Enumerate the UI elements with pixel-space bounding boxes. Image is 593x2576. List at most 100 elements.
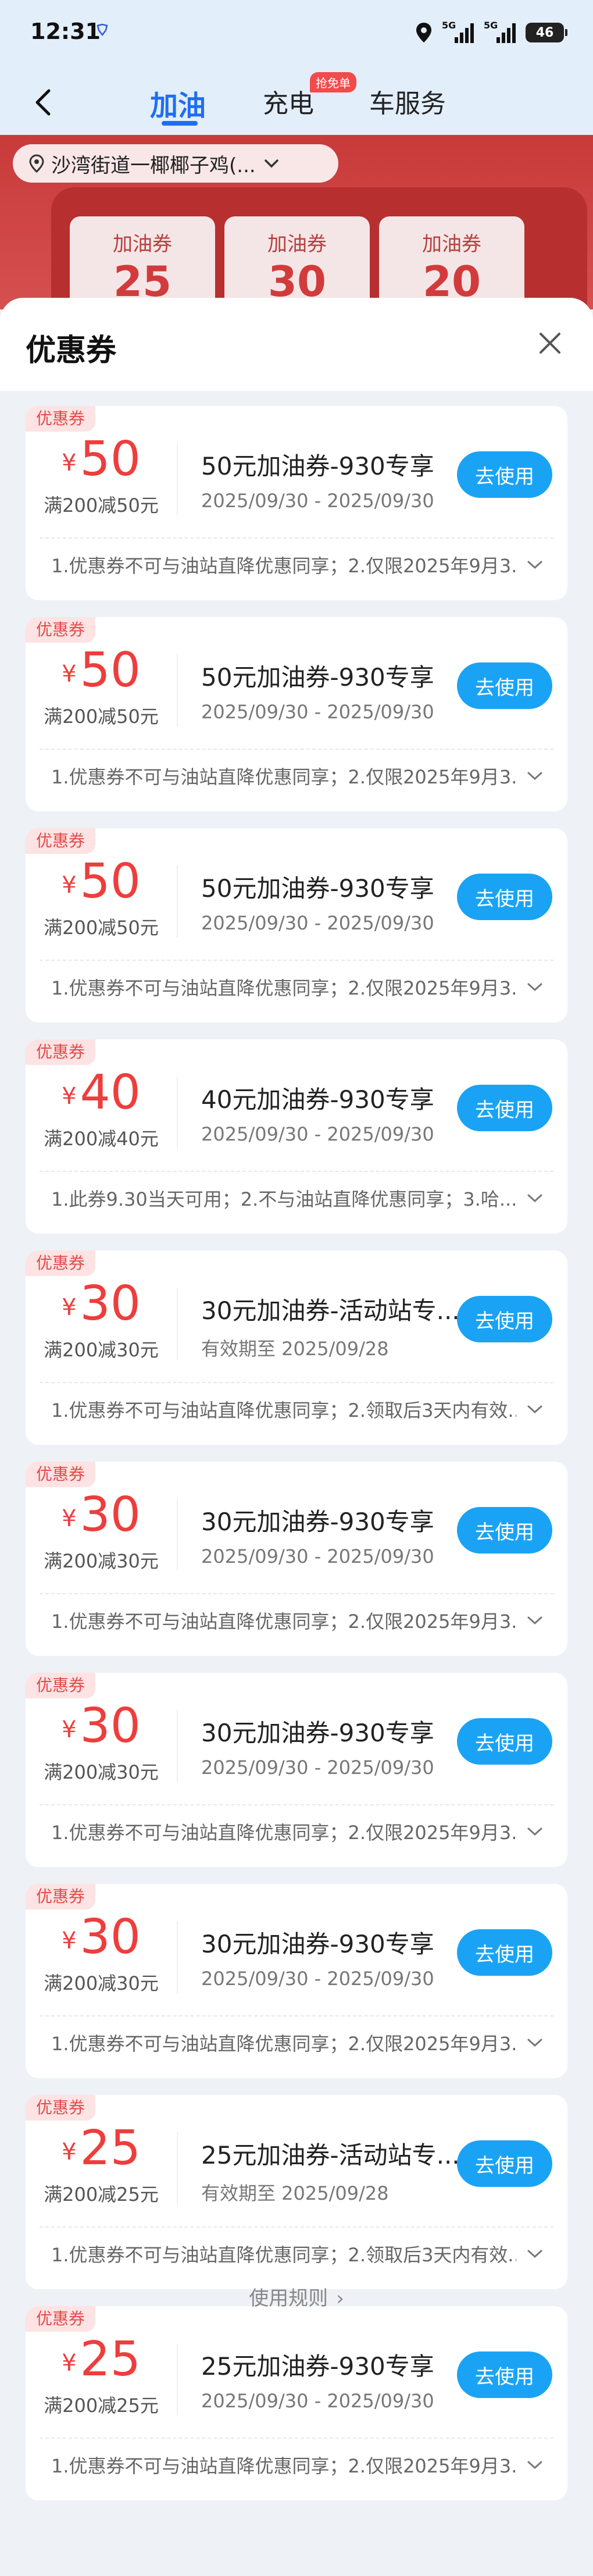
expand-chevron-icon[interactable]	[526, 1825, 544, 1838]
expand-chevron-icon[interactable]	[526, 2036, 544, 2049]
banner-coupon-card[interactable]: 加油券 20	[379, 216, 524, 309]
use-coupon-button[interactable]: 去使用	[457, 662, 552, 709]
coupon-condition: 满200减25元	[44, 2183, 159, 2206]
coupon-amount: ¥25	[62, 2121, 141, 2176]
expand-chevron-icon[interactable]	[526, 2247, 544, 2260]
location-status-icon	[416, 23, 431, 42]
coupon-terms: 1.优惠券不可与油站直降优惠同享；2.仅限2025年9月3...	[51, 2455, 516, 2477]
location-pin-icon	[29, 154, 44, 173]
use-coupon-button[interactable]: 去使用	[457, 874, 552, 920]
coupon-amount: ¥30	[62, 1487, 141, 1542]
coupon-condition: 满200减50元	[44, 917, 159, 939]
use-coupon-button[interactable]: 去使用	[457, 1085, 552, 1131]
close-icon[interactable]	[534, 327, 566, 359]
coupon-card: 优惠券 ¥40 满200减40元 40元加油券-930专享 2025/09/30…	[26, 1039, 567, 1234]
expand-chevron-icon[interactable]	[526, 2459, 544, 2471]
back-icon[interactable]	[30, 87, 56, 117]
coupon-validity: 2025/09/30 - 2025/09/30	[201, 490, 434, 512]
coupon-amount: ¥40	[62, 1065, 141, 1120]
battery-icon: 46	[526, 23, 567, 42]
coupon-name: 50元加油券-930专享	[201, 874, 434, 903]
notification-icon	[96, 23, 109, 37]
coupon-name: 50元加油券-930专享	[201, 663, 434, 692]
coupon-amount: ¥30	[62, 1698, 141, 1754]
coupon-validity: 2025/09/30 - 2025/09/30	[201, 1545, 434, 1567]
banner-card-title: 加油券	[267, 233, 327, 256]
coupon-card: 优惠券 ¥25 满200减25元 25元加油券-930专享 2025/09/30…	[26, 2306, 567, 2500]
banner-card-title: 加油券	[113, 233, 172, 256]
coupon-separator	[40, 1593, 553, 1594]
coupon-name: 40元加油券-930专享	[201, 1085, 434, 1114]
use-coupon-button[interactable]: 去使用	[457, 1296, 552, 1342]
coupon-card: 优惠券 ¥30 满200减30元 30元加油券-930专享 2025/09/30…	[26, 1462, 567, 1656]
coupon-tag: 优惠券	[26, 2095, 95, 2121]
coupon-divider	[177, 1499, 178, 1571]
coupon-tag: 优惠券	[26, 828, 95, 854]
coupon-separator	[40, 1804, 553, 1805]
chevron-down-icon	[264, 159, 278, 168]
coupon-divider	[177, 865, 178, 938]
expand-chevron-icon[interactable]	[526, 769, 544, 782]
coupon-validity: 有效期至 2025/09/28	[201, 1338, 389, 1360]
use-coupon-button[interactable]: 去使用	[457, 2140, 552, 2187]
use-coupon-button[interactable]: 去使用	[457, 1718, 552, 1765]
coupon-terms: 1.优惠券不可与油站直降优惠同享；2.仅限2025年9月3...	[51, 977, 516, 999]
coupon-terms: 1.优惠券不可与油站直降优惠同享；2.仅限2025年9月3...	[51, 766, 516, 788]
tab-fuel[interactable]: 加油	[150, 83, 206, 123]
coupon-amount: ¥30	[62, 1909, 141, 1965]
coupon-divider	[177, 1077, 178, 1149]
expand-chevron-icon[interactable]	[526, 1614, 544, 1627]
coupon-validity: 有效期至 2025/09/28	[201, 2182, 389, 2204]
expand-chevron-icon[interactable]	[526, 981, 544, 993]
coupon-condition: 满200减30元	[44, 1972, 159, 1994]
coupon-card: 优惠券 ¥50 满200减50元 50元加油券-930专享 2025/09/30…	[26, 617, 567, 811]
coupon-tag: 优惠券	[26, 1250, 95, 1276]
coupon-validity: 2025/09/30 - 2025/09/30	[201, 912, 434, 934]
use-coupon-button[interactable]: 去使用	[457, 451, 552, 498]
banner-coupon-card[interactable]: 加油券 25	[70, 216, 215, 309]
coupon-tag: 优惠券	[26, 1884, 95, 1909]
coupon-terms: 1.优惠券不可与油站直降优惠同享；2.仅限2025年9月3...	[51, 1822, 516, 1844]
coupon-condition: 满200减25元	[44, 2395, 159, 2417]
tab-car-service[interactable]: 车服务	[369, 83, 446, 120]
sheet-title: 优惠券	[26, 333, 117, 368]
coupon-terms: 1.优惠券不可与油站直降优惠同享；2.领取后3天内有效...	[51, 2244, 516, 2266]
usage-rules-link[interactable]: 使用规则 ›	[0, 2282, 593, 2311]
coupon-divider	[177, 1288, 178, 1360]
coupon-condition: 满200减30元	[44, 1761, 159, 1783]
coupon-tag: 优惠券	[26, 617, 95, 643]
expand-chevron-icon[interactable]	[526, 558, 544, 571]
signal-icon-1: 5G	[442, 20, 474, 43]
coupon-validity: 2025/09/30 - 2025/09/30	[201, 1968, 434, 1990]
location-selector[interactable]: 沙湾街道一椰椰子鸡(...	[13, 144, 338, 183]
coupon-condition: 满200减50元	[44, 494, 159, 516]
coupon-amount: ¥25	[62, 2332, 141, 2387]
coupon-name: 30元加油券-930专享	[201, 1719, 434, 1747]
use-coupon-button[interactable]: 去使用	[457, 1929, 552, 1976]
sheet-header: 优惠券	[0, 298, 593, 391]
chevron-right-icon: ›	[336, 2287, 344, 2310]
location-text: 沙湾街道一椰椰子鸡(...	[51, 154, 256, 177]
coupon-separator	[40, 960, 553, 961]
coupon-tag: 优惠券	[26, 1462, 95, 1487]
promo-banner: 沙湾街道一椰椰子鸡(... 加油券 25 加油券 30 加油券 20	[0, 135, 593, 309]
use-coupon-button[interactable]: 去使用	[457, 1507, 552, 1554]
coupon-tag: 优惠券	[26, 406, 95, 432]
coupon-separator	[40, 2226, 553, 2228]
tab-charge[interactable]: 充电	[263, 83, 314, 120]
coupon-divider	[177, 654, 178, 726]
coupon-divider	[177, 2343, 178, 2415]
signal-icon-2: 5G	[484, 20, 516, 43]
usage-rules-label: 使用规则	[249, 2287, 328, 2310]
coupon-amount: ¥50	[62, 854, 141, 909]
expand-chevron-icon[interactable]	[526, 1192, 544, 1205]
banner-coupon-card[interactable]: 加油券 30	[224, 216, 370, 309]
expand-chevron-icon[interactable]	[526, 1403, 544, 1416]
coupon-validity: 2025/09/30 - 2025/09/30	[201, 2390, 434, 2412]
coupon-divider	[177, 2132, 178, 2204]
coupon-terms: 1.此券9.30当天可用；2.不与油站直降优惠同享；3.哈...	[51, 1188, 516, 1210]
coupon-separator	[40, 1171, 553, 1172]
coupon-amount: ¥30	[62, 1276, 141, 1331]
use-coupon-button[interactable]: 去使用	[457, 2351, 552, 2398]
coupon-condition: 满200减30元	[44, 1339, 159, 1361]
